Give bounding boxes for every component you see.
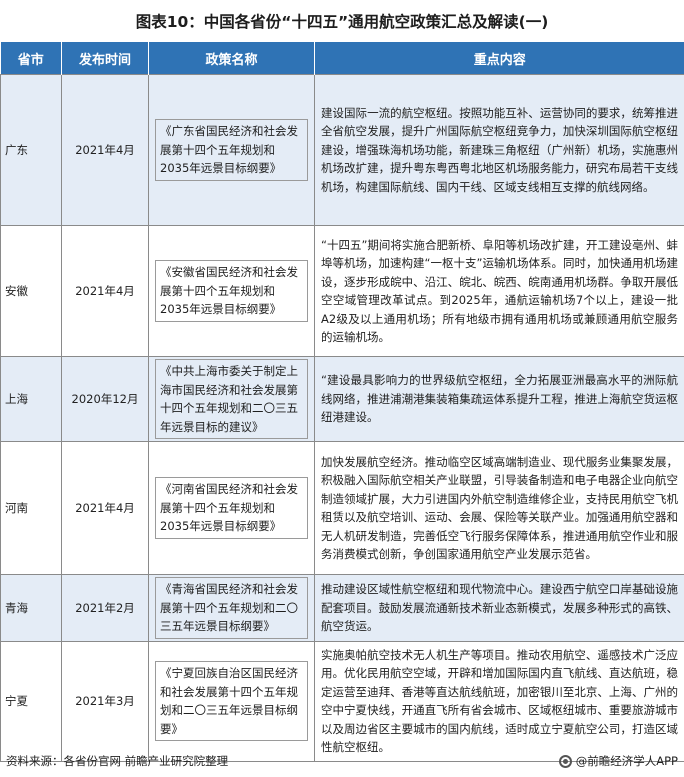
table-row: 广东 2021年4月 《广东省国民经济和社会发展第十四个五年规划和2035年远景… xyxy=(0,74,684,226)
chart-title: 图表10：中国各省份“十四五”通用航空政策汇总及解读(一) xyxy=(135,13,549,31)
cell-date: 2021年2月 xyxy=(61,574,149,642)
brand-text: @前瞻经济学人APP xyxy=(575,754,678,768)
source-note: 资料来源：各省份官网 前瞻产业研究院整理 xyxy=(6,754,229,768)
cell-province: 河南 xyxy=(0,441,62,575)
cell-policy: 《青海省国民经济和社会发展第十四个五年规划和二〇三五年远景目标纲要》 xyxy=(155,577,308,639)
brand-credit: @前瞻经济学人APP xyxy=(558,753,684,769)
cell-policy: 《中共上海市委关于制定上海市国民经济和社会发展第十四个五年规划和二〇三五年远景目… xyxy=(155,359,308,439)
cell-province: 安徽 xyxy=(0,225,62,357)
header-content: 重点内容 xyxy=(314,42,684,75)
cell-policy: 《广东省国民经济和社会发展第十四个五年规划和2035年远景目标纲要》 xyxy=(155,119,308,181)
cell-content: “十四五”期间将实施合肥新桥、阜阳等机场改扩建，开工建设亳州、蚌埠等机场，加速构… xyxy=(314,225,684,357)
cell-policy: 《安徽省国民经济和社会发展第十四个五年规划和2035年远景目标纲要》 xyxy=(155,260,308,322)
cell-policy: 《宁夏回族自治区国民经济和社会发展第十四个五年规划和二〇三五年远景目标纲要》 xyxy=(155,661,308,741)
cell-content: 推动建设区域性航空枢纽和现代物流中心。建设西宁航空口岸基础设施配套项目。鼓励发展… xyxy=(314,574,684,642)
qianzhan-logo-icon xyxy=(558,754,572,768)
table-row: 宁夏 2021年3月 《宁夏回族自治区国民经济和社会发展第十四个五年规划和二〇三… xyxy=(0,640,684,762)
cell-province: 宁夏 xyxy=(0,640,62,762)
header-policy: 政策名称 xyxy=(148,42,315,75)
header-province: 省市 xyxy=(0,42,62,75)
header-date: 发布时间 xyxy=(61,42,149,75)
cell-province: 青海 xyxy=(0,574,62,642)
cell-date: 2021年4月 xyxy=(61,225,149,357)
cell-date: 2021年4月 xyxy=(61,441,149,575)
cell-date: 2021年3月 xyxy=(61,640,149,762)
policy-table: 省市 发布时间 政策名称 重点内容 广东 2021年4月 《广东省国民经济和社会… xyxy=(0,42,684,762)
table-row: 上海 2020年12月 《中共上海市委关于制定上海市国民经济和社会发展第十四个五… xyxy=(0,356,684,442)
cell-date: 2021年4月 xyxy=(61,74,149,226)
table-row: 安徽 2021年4月 《安徽省国民经济和社会发展第十四个五年规划和2035年远景… xyxy=(0,225,684,357)
cell-policy: 《河南省国民经济和社会发展第十四个五年规划和2035年远景目标纲要》 xyxy=(155,477,308,539)
cell-date: 2020年12月 xyxy=(61,356,149,442)
table-row: 青海 2021年2月 《青海省国民经济和社会发展第十四个五年规划和二〇三五年远景… xyxy=(0,574,684,642)
cell-content: 实施奥帕航空技术无人机生产等项目。推动农用航空、遥感技术广泛应用。优化民用航空空… xyxy=(314,640,684,762)
table-row: 河南 2021年4月 《河南省国民经济和社会发展第十四个五年规划和2035年远景… xyxy=(0,441,684,575)
cell-province: 广东 xyxy=(0,74,62,226)
footer: 资料来源：各省份官网 前瞻产业研究院整理 @前瞻经济学人APP xyxy=(0,745,684,777)
cell-content: 建设国际一流的航空枢纽。按照功能互补、运营协同的要求，统筹推进全省航空发展，提升… xyxy=(314,74,684,226)
cell-content: 加快发展航空经济。推动临空区域高端制造业、现代服务业集聚发展，积极融入国际航空相… xyxy=(314,441,684,575)
cell-province: 上海 xyxy=(0,356,62,442)
cell-content: “建设最具影响力的世界级航空枢纽，全力拓展亚洲最高水平的洲际航线网络，推进浦潮港… xyxy=(314,356,684,442)
table-header-row: 省市 发布时间 政策名称 重点内容 xyxy=(0,42,684,75)
